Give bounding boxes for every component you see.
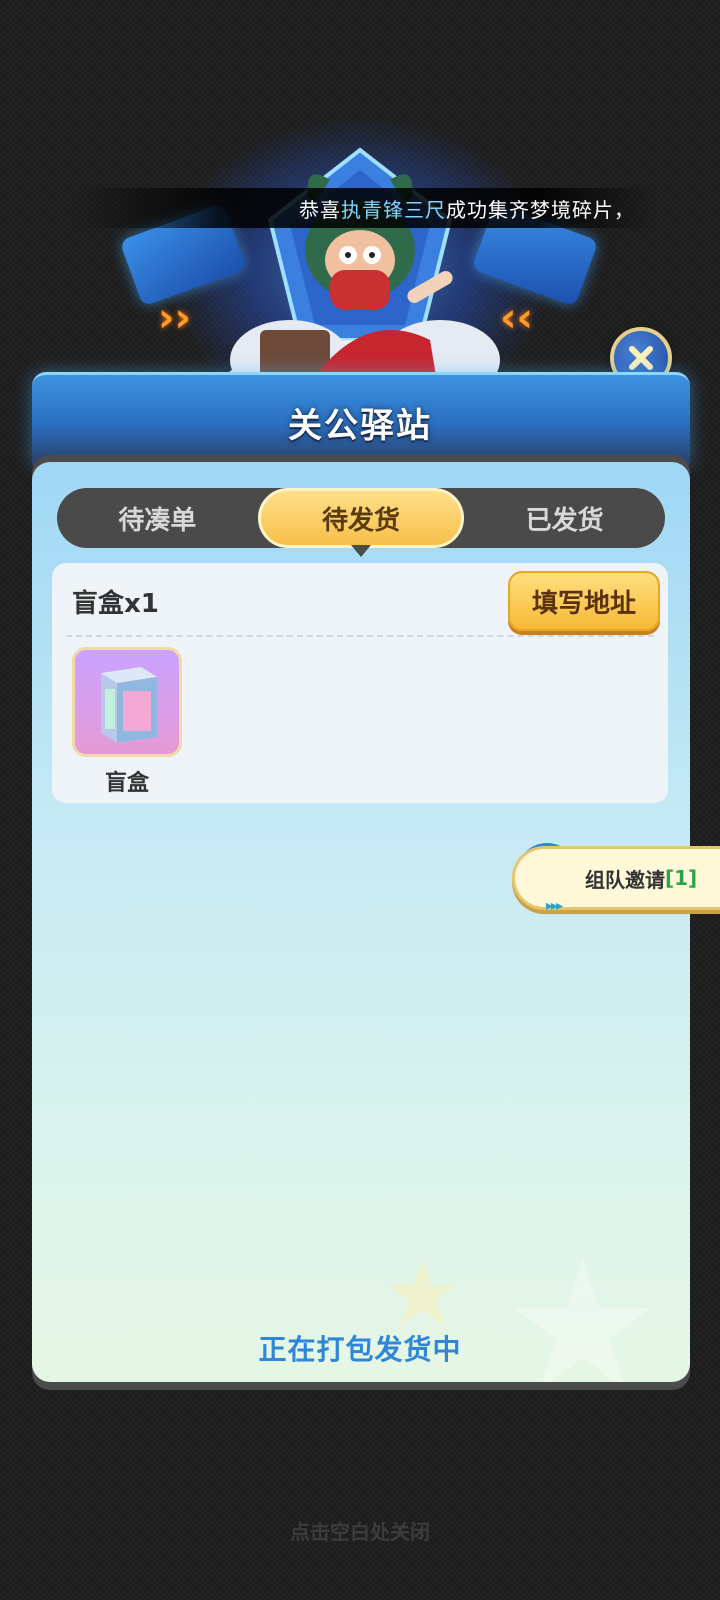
congrats-notice-banner: 恭喜 执青锋三尺 成功集齐梦境碎片， bbox=[75, 188, 655, 228]
blind-box-item[interactable] bbox=[72, 647, 182, 757]
order-status-tabs: 待凑单 待发货 已发货 bbox=[57, 488, 665, 557]
tap-blank-to-close-hint[interactable]: 点击空白处关闭 bbox=[0, 1516, 720, 1545]
invite-arrows-decoration: ▸▸▸ bbox=[546, 898, 563, 914]
order-card: 盲盒x1 填写地址 盲盒 bbox=[52, 563, 668, 803]
tab-pending-group[interactable]: 待凑单 bbox=[57, 488, 258, 548]
item-label: 盲盒 bbox=[104, 771, 149, 796]
blind-box-icon bbox=[101, 667, 157, 743]
panel-title: 关公驿站 bbox=[288, 406, 432, 446]
tab-shipped[interactable]: 已发货 bbox=[464, 488, 665, 548]
notice-prefix: 恭喜 bbox=[299, 197, 341, 222]
tab-pending-shipment[interactable]: 待发货 bbox=[257, 488, 465, 557]
invite-label: 组队邀请 bbox=[585, 867, 665, 892]
close-icon bbox=[629, 346, 653, 370]
team-invite-button[interactable]: 组队邀请 [1] bbox=[512, 846, 720, 910]
shipping-status-text: 正在打包发货中 bbox=[258, 1333, 462, 1366]
notice-suffix: 成功集齐梦境碎片， bbox=[446, 197, 635, 222]
order-title: 盲盒x1 bbox=[72, 589, 159, 619]
divider bbox=[66, 635, 654, 637]
left-chevron-decoration: ›› bbox=[158, 295, 191, 341]
invite-count: [1] bbox=[665, 866, 698, 890]
notice-username: 执青锋三尺 bbox=[341, 197, 446, 222]
fill-address-button[interactable]: 填写地址 bbox=[508, 571, 660, 631]
